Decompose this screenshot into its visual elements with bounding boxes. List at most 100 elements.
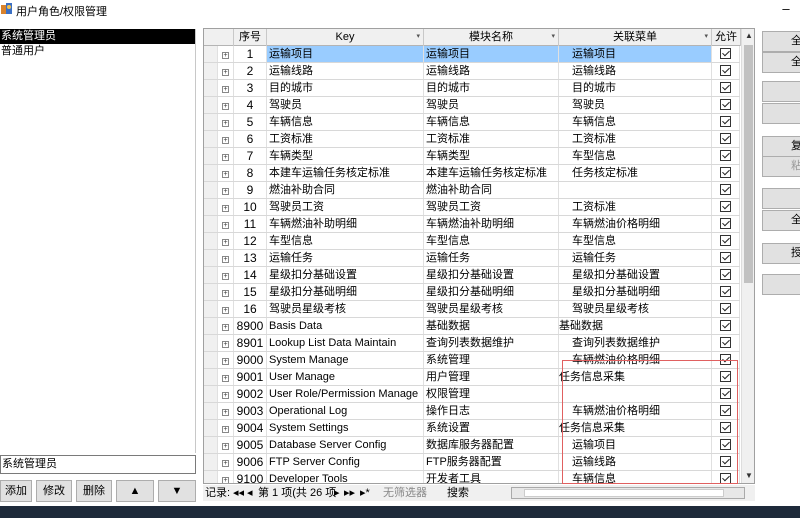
cell-seq[interactable]: 13 xyxy=(234,250,267,266)
cell-seq[interactable]: 9002 xyxy=(234,386,267,402)
table-row[interactable]: +10 驾驶员工资 驾驶员工资 工资标准 xyxy=(204,199,740,216)
table-row[interactable]: +9 燃油补助合同 燃油补助合同 xyxy=(204,182,740,199)
side-button[interactable]: 复 xyxy=(762,136,800,157)
row-selector[interactable] xyxy=(204,284,218,300)
move-down-button[interactable]: ▼ xyxy=(158,480,196,502)
cell-menu[interactable] xyxy=(559,182,712,198)
allow-checkbox[interactable] xyxy=(720,133,731,144)
expand-icon[interactable]: + xyxy=(222,256,229,263)
scroll-down-icon[interactable]: ▼ xyxy=(742,469,754,483)
table-row[interactable]: +8 本建车运输任务核定标准 本建车运输任务核定标准 任务核定标准 xyxy=(204,165,740,182)
allow-checkbox[interactable] xyxy=(720,269,731,280)
row-selector[interactable] xyxy=(204,403,218,419)
cell-menu[interactable]: 目的城市 xyxy=(559,80,712,96)
cell-module[interactable]: 星级扣分基础明细 xyxy=(424,284,559,300)
cell-menu[interactable]: 车辆信息 xyxy=(559,114,712,130)
record-position[interactable]: 第 1 项(共 26 项 xyxy=(258,485,336,501)
row-selector[interactable] xyxy=(204,80,218,96)
allow-checkbox[interactable] xyxy=(720,303,731,314)
cell-module[interactable]: 用户管理 xyxy=(424,369,559,385)
row-selector[interactable] xyxy=(204,46,218,62)
cell-key[interactable]: System Settings xyxy=(267,420,424,436)
cell-key[interactable]: 驾驶员 xyxy=(267,97,424,113)
cell-seq[interactable]: 3 xyxy=(234,80,267,96)
expand-icon[interactable]: + xyxy=(222,460,229,467)
hscroll-thumb[interactable] xyxy=(524,489,724,497)
last-record-icon[interactable]: ▸▸ xyxy=(344,485,355,501)
expand-icon[interactable]: + xyxy=(222,290,229,297)
cell-seq[interactable]: 8901 xyxy=(234,335,267,351)
table-row[interactable]: +11 车辆燃油补助明细 车辆燃油补助明细 车辆燃油价格明细 xyxy=(204,216,740,233)
delete-button[interactable]: 删除 xyxy=(76,480,112,502)
cell-key[interactable]: 运输任务 xyxy=(267,250,424,266)
row-selector[interactable] xyxy=(204,267,218,283)
expand-icon[interactable]: + xyxy=(222,52,229,59)
cell-module[interactable]: 星级扣分基础设置 xyxy=(424,267,559,283)
row-selector[interactable] xyxy=(204,386,218,402)
expand-icon[interactable]: + xyxy=(222,324,229,331)
cell-key[interactable]: Developer Tools xyxy=(267,471,424,483)
cell-module[interactable]: 驾驶员 xyxy=(424,97,559,113)
expand-icon[interactable]: + xyxy=(222,273,229,280)
expand-icon[interactable]: + xyxy=(222,239,229,246)
add-button[interactable]: 添加 xyxy=(0,480,32,502)
row-selector[interactable] xyxy=(204,369,218,385)
cell-module[interactable]: 数据库服务器配置 xyxy=(424,437,559,453)
expand-icon[interactable]: + xyxy=(222,358,229,365)
allow-checkbox[interactable] xyxy=(720,286,731,297)
horizontal-scrollbar[interactable] xyxy=(511,487,745,499)
side-button[interactable] xyxy=(762,274,800,295)
role-name-input[interactable]: 系统管理员 xyxy=(0,455,196,474)
cell-key[interactable]: 车辆燃油补助明细 xyxy=(267,216,424,232)
edit-button[interactable]: 修改 xyxy=(36,480,72,502)
expand-icon[interactable]: + xyxy=(222,171,229,178)
allow-checkbox[interactable] xyxy=(720,218,731,229)
expand-icon[interactable]: + xyxy=(222,154,229,161)
filter-status[interactable]: 无筛选器 xyxy=(383,485,427,501)
expand-icon[interactable]: + xyxy=(222,69,229,76)
cell-seq[interactable]: 9006 xyxy=(234,454,267,470)
expand-icon[interactable]: + xyxy=(222,137,229,144)
cell-module[interactable]: FTP服务器配置 xyxy=(424,454,559,470)
cell-module[interactable]: 运输线路 xyxy=(424,63,559,79)
cell-module[interactable]: 本建车运输任务核定标准 xyxy=(424,165,559,181)
move-up-button[interactable]: ▲ xyxy=(116,480,154,502)
table-row[interactable]: +12 车型信息 车型信息 车型信息 xyxy=(204,233,740,250)
cell-module[interactable]: 驾驶员星级考核 xyxy=(424,301,559,317)
side-button[interactable] xyxy=(762,103,800,124)
cell-key[interactable]: FTP Server Config xyxy=(267,454,424,470)
row-selector[interactable] xyxy=(204,420,218,436)
header-menu[interactable]: 关联菜单 ▾ xyxy=(559,29,712,46)
allow-checkbox[interactable] xyxy=(720,320,731,331)
cell-seq[interactable]: 15 xyxy=(234,284,267,300)
cell-key[interactable]: 运输线路 xyxy=(267,63,424,79)
cell-key[interactable]: Operational Log xyxy=(267,403,424,419)
expand-icon[interactable]: + xyxy=(222,307,229,314)
header-allow[interactable]: 允许 xyxy=(712,29,741,46)
table-row[interactable]: +1 运输项目 运输项目 运输项目 xyxy=(204,46,740,63)
cell-seq[interactable]: 1 xyxy=(234,46,267,62)
cell-module[interactable]: 系统管理 xyxy=(424,352,559,368)
cell-menu[interactable]: 查询列表数据维护 xyxy=(559,335,712,351)
row-selector[interactable] xyxy=(204,182,218,198)
side-button[interactable] xyxy=(762,81,800,102)
cell-module[interactable]: 系统设置 xyxy=(424,420,559,436)
cell-module[interactable]: 车辆信息 xyxy=(424,114,559,130)
cell-module[interactable]: 工资标准 xyxy=(424,131,559,147)
expand-icon[interactable]: + xyxy=(222,477,229,483)
role-item[interactable]: 普通用户 xyxy=(0,44,195,59)
cell-seq[interactable]: 9000 xyxy=(234,352,267,368)
prev-record-icon[interactable]: ◂ xyxy=(247,485,253,501)
table-row[interactable]: +4 驾驶员 驾驶员 驾驶员 xyxy=(204,97,740,114)
cell-seq[interactable]: 5 xyxy=(234,114,267,130)
allow-checkbox[interactable] xyxy=(720,82,731,93)
cell-module[interactable]: 目的城市 xyxy=(424,80,559,96)
cell-seq[interactable]: 8 xyxy=(234,165,267,181)
table-row[interactable]: +8901 Lookup List Data Maintain 查询列表数据维护 查询… xyxy=(204,335,740,352)
table-row[interactable]: +13 运输任务 运输任务 运输任务 xyxy=(204,250,740,267)
allow-checkbox[interactable] xyxy=(720,184,731,195)
cell-seq[interactable]: 9003 xyxy=(234,403,267,419)
cell-key[interactable]: 车辆类型 xyxy=(267,148,424,164)
allow-checkbox[interactable] xyxy=(720,167,731,178)
row-selector[interactable] xyxy=(204,335,218,351)
